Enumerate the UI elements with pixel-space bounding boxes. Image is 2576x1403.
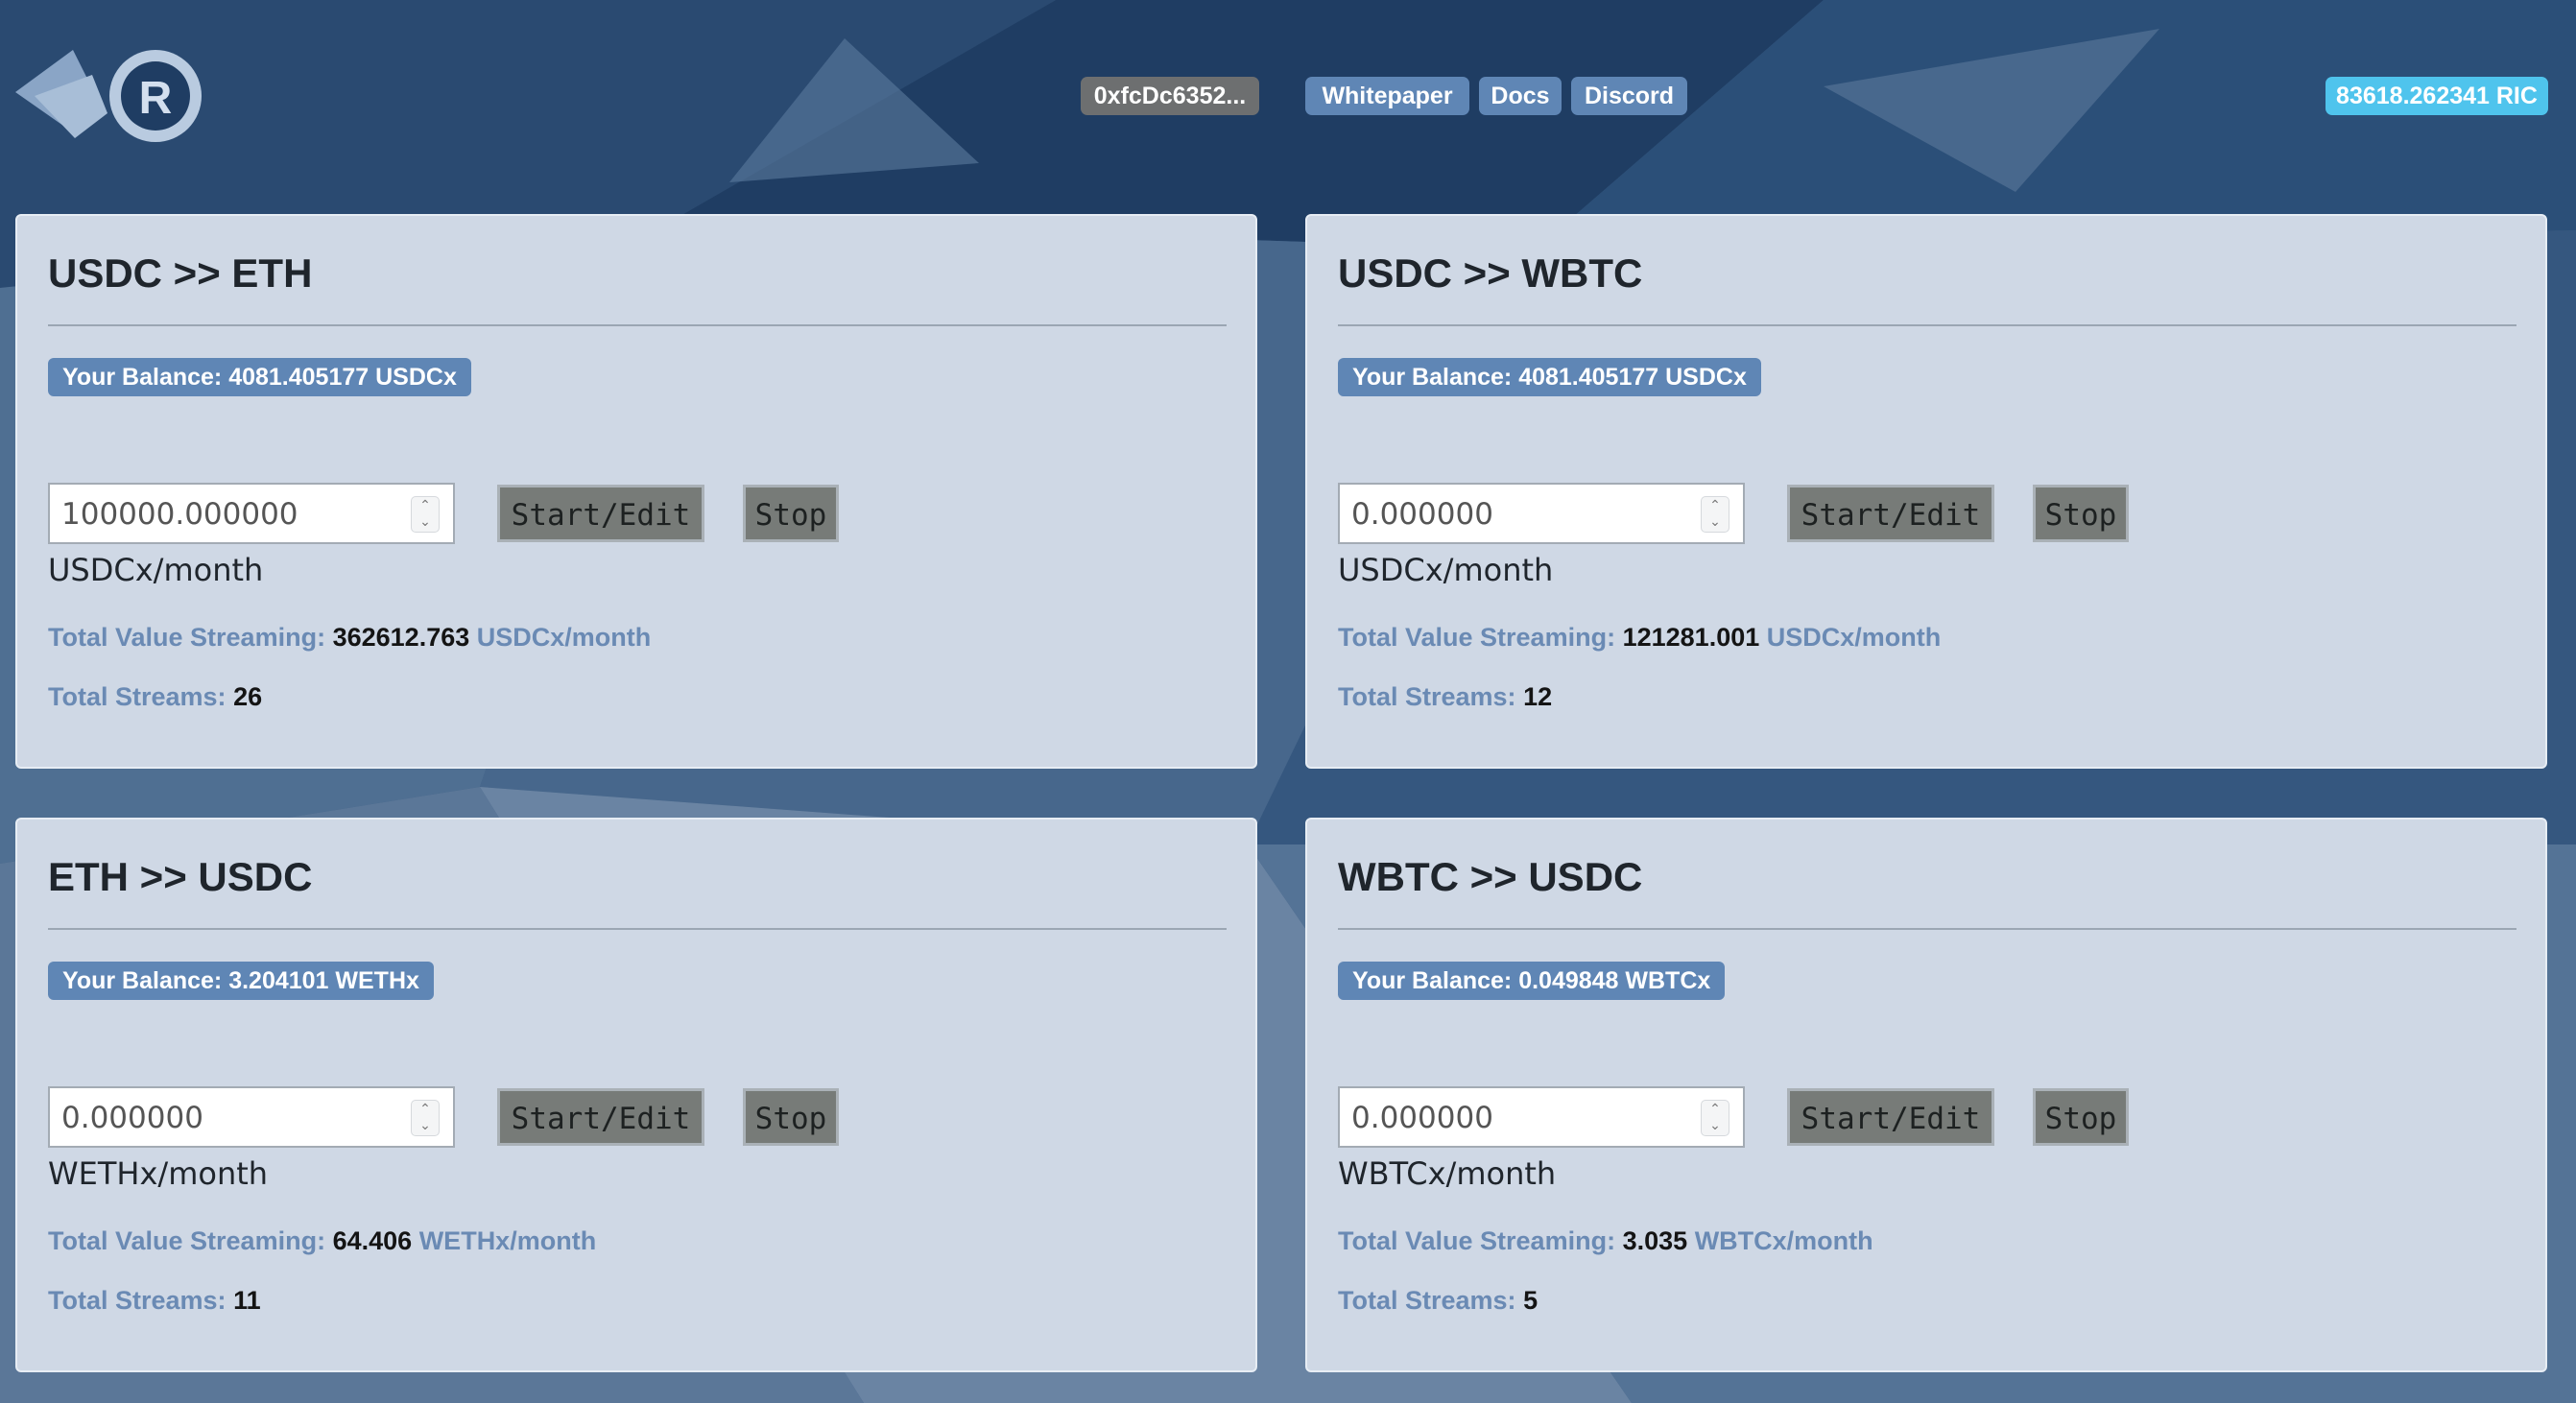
total-value-unit: USDCx/month [476,623,652,652]
rate-unit-label: WBTCx/month [1338,1155,1557,1192]
divider [1338,928,2516,930]
market-title: USDC >> WBTC [1338,250,1643,296]
rate-stepper[interactable]: ⌃ ⌄ [411,1100,440,1136]
start-edit-button[interactable]: Start/Edit [497,1088,704,1146]
total-value-amount: 64.406 [332,1226,413,1255]
start-edit-button[interactable]: Start/Edit [1787,1088,1994,1146]
total-streams: Total Streams: 5 [1338,1286,1538,1316]
chevron-up-icon[interactable]: ⌃ [1702,497,1729,513]
market-title: USDC >> ETH [48,250,313,296]
total-value-unit: WETHx/month [418,1226,597,1255]
svg-text:R: R [139,73,173,124]
total-streams: Total Streams: 12 [1338,682,1552,712]
total-value-label: Total Value Streaming: [48,1226,326,1255]
total-streams-count: 12 [1523,682,1553,711]
chevron-down-icon[interactable]: ⌄ [412,1117,439,1133]
total-value-streaming: Total Value Streaming: 362612.763 USDCx/… [48,623,651,653]
whitepaper-link[interactable]: Whitepaper [1305,77,1469,115]
rate-input[interactable] [60,1096,390,1140]
rate-stepper[interactable]: ⌃ ⌄ [411,496,440,533]
stop-button[interactable]: Stop [2033,1088,2129,1146]
stop-button[interactable]: Stop [2033,485,2129,542]
chevron-up-icon[interactable]: ⌃ [412,497,439,513]
wallet-address-badge[interactable]: 0xfcDc6352... [1081,77,1259,115]
rate-input-wrapper: ⌃ ⌄ [1338,483,1745,544]
discord-link[interactable]: Discord [1571,77,1687,115]
top-bar: R 0xfcDc6352... Whitepaper Docs Discord … [0,0,2576,192]
docs-link[interactable]: Docs [1479,77,1562,115]
chevron-down-icon[interactable]: ⌄ [1702,1117,1729,1133]
total-streams-label: Total Streams: [1338,1286,1516,1315]
balance-badge: Your Balance: 4081.405177 USDCx [48,358,471,396]
market-title: ETH >> USDC [48,854,313,899]
chevron-down-icon[interactable]: ⌄ [412,513,439,530]
market-card-wbtc-usdc: WBTC >> USDC Your Balance: 0.049848 WBTC… [1305,818,2547,1372]
chevron-down-icon[interactable]: ⌄ [1702,513,1729,530]
balance-badge: Your Balance: 0.049848 WBTCx [1338,962,1726,1000]
market-card-usdc-eth: USDC >> ETH Your Balance: 4081.405177 US… [15,214,1257,769]
rate-input[interactable] [60,492,390,536]
total-value-streaming: Total Value Streaming: 121281.001 USDCx/… [1338,623,1941,653]
divider [48,928,1227,930]
total-streams-count: 5 [1523,1286,1538,1315]
market-card-eth-usdc: ETH >> USDC Your Balance: 3.204101 WETHx… [15,818,1257,1372]
chevron-up-icon[interactable]: ⌃ [1702,1101,1729,1117]
rate-input[interactable] [1349,492,1680,536]
rate-unit-label: USDCx/month [1338,552,1554,588]
total-value-label: Total Value Streaming: [1338,623,1616,652]
total-streams-count: 11 [233,1286,261,1315]
rate-unit-label: USDCx/month [48,552,264,588]
chevron-up-icon[interactable]: ⌃ [412,1101,439,1117]
total-value-label: Total Value Streaming: [48,623,326,652]
total-streams-label: Total Streams: [48,682,227,711]
divider [1338,324,2516,326]
total-value-unit: WBTCx/month [1694,1226,1873,1255]
total-value-label: Total Value Streaming: [1338,1226,1616,1255]
total-streams-label: Total Streams: [48,1286,227,1315]
total-value-unit: USDCx/month [1766,623,1942,652]
rate-stepper[interactable]: ⌃ ⌄ [1701,1100,1729,1136]
rate-input-wrapper: ⌃ ⌄ [48,483,455,544]
rate-input[interactable] [1349,1096,1680,1140]
total-streams-count: 26 [233,682,263,711]
ricochet-logo-icon[interactable]: R [15,46,203,146]
total-streams: Total Streams: 11 [48,1286,261,1316]
stop-button[interactable]: Stop [743,485,839,542]
rate-stepper[interactable]: ⌃ ⌄ [1701,496,1729,533]
ric-balance-badge: 83618.262341 RIC [2326,77,2548,115]
total-streams-label: Total Streams: [1338,682,1516,711]
total-value-amount: 362612.763 [332,623,470,652]
total-value-amount: 3.035 [1622,1226,1688,1255]
total-value-amount: 121281.001 [1622,623,1760,652]
balance-badge: Your Balance: 4081.405177 USDCx [1338,358,1761,396]
rate-unit-label: WETHx/month [48,1155,269,1192]
rate-input-wrapper: ⌃ ⌄ [1338,1086,1745,1148]
start-edit-button[interactable]: Start/Edit [1787,485,1994,542]
total-value-streaming: Total Value Streaming: 3.035 WBTCx/month [1338,1226,1873,1256]
market-card-usdc-wbtc: USDC >> WBTC Your Balance: 4081.405177 U… [1305,214,2547,769]
balance-badge: Your Balance: 3.204101 WETHx [48,962,434,1000]
market-title: WBTC >> USDC [1338,854,1643,899]
start-edit-button[interactable]: Start/Edit [497,485,704,542]
rate-input-wrapper: ⌃ ⌄ [48,1086,455,1148]
total-value-streaming: Total Value Streaming: 64.406 WETHx/mont… [48,1226,596,1256]
total-streams: Total Streams: 26 [48,682,262,712]
divider [48,324,1227,326]
stop-button[interactable]: Stop [743,1088,839,1146]
